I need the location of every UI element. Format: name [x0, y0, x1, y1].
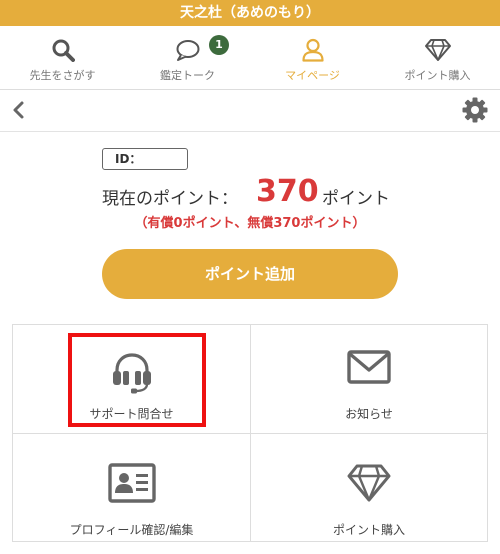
chevron-left-icon[interactable]: [8, 99, 30, 121]
menu-label: ポイント購入: [332, 523, 405, 537]
gear-icon[interactable]: [462, 97, 488, 123]
menu-buy-points[interactable]: ポイント購入: [250, 433, 488, 542]
points-unit: ポイント: [322, 189, 390, 209]
menu-grid: サポート問合せ お知らせ プロフィール確認/編集 ポイント購入: [12, 324, 488, 542]
unread-badge: 1: [209, 35, 229, 55]
tab-reading-talk[interactable]: 1 鑑定トーク: [125, 26, 250, 89]
menu-label: プロフィール確認/編集: [69, 523, 194, 537]
menu-profile-edit[interactable]: プロフィール確認/編集: [13, 433, 251, 542]
tab-bar: 先生をさがす 1 鑑定トーク マイページ ポイント購入: [0, 26, 500, 90]
tab-search-teacher[interactable]: 先生をさがす: [0, 26, 125, 89]
headset-icon: [112, 353, 151, 394]
tab-buy-points[interactable]: ポイント購入: [375, 26, 500, 89]
tab-label: 先生をさがす: [29, 69, 96, 82]
tab-label: ポイント購入: [404, 69, 471, 82]
search-icon: [52, 39, 75, 62]
page-toolbar: [0, 90, 500, 132]
envelope-icon: [347, 350, 391, 384]
menu-support-contact[interactable]: サポート問合せ: [13, 325, 251, 434]
points-label: 現在のポイント：: [102, 189, 238, 209]
add-points-button[interactable]: ポイント追加: [102, 249, 398, 299]
menu-label: お知らせ: [345, 407, 393, 421]
id-card-icon: [107, 463, 156, 503]
tab-my-page[interactable]: マイページ: [250, 26, 375, 89]
tab-label: マイページ: [285, 69, 340, 82]
points-breakdown: （有償0ポイント、無償370ポイント）: [134, 216, 366, 231]
user-id-field: ID：: [102, 148, 188, 170]
menu-label: サポート問合せ: [89, 407, 174, 421]
user-icon: [301, 38, 324, 62]
tab-label: 鑑定トーク: [160, 69, 215, 82]
menu-notices[interactable]: お知らせ: [250, 325, 488, 434]
current-points: 現在のポイント： 370 ポイント: [0, 172, 500, 212]
app-title: 天之杜（あめのもり）: [0, 0, 500, 26]
chat-bubble-icon: [176, 40, 199, 61]
points-value: 370: [256, 174, 319, 209]
diamond-icon: [424, 39, 451, 61]
diamond-icon: [347, 464, 391, 502]
